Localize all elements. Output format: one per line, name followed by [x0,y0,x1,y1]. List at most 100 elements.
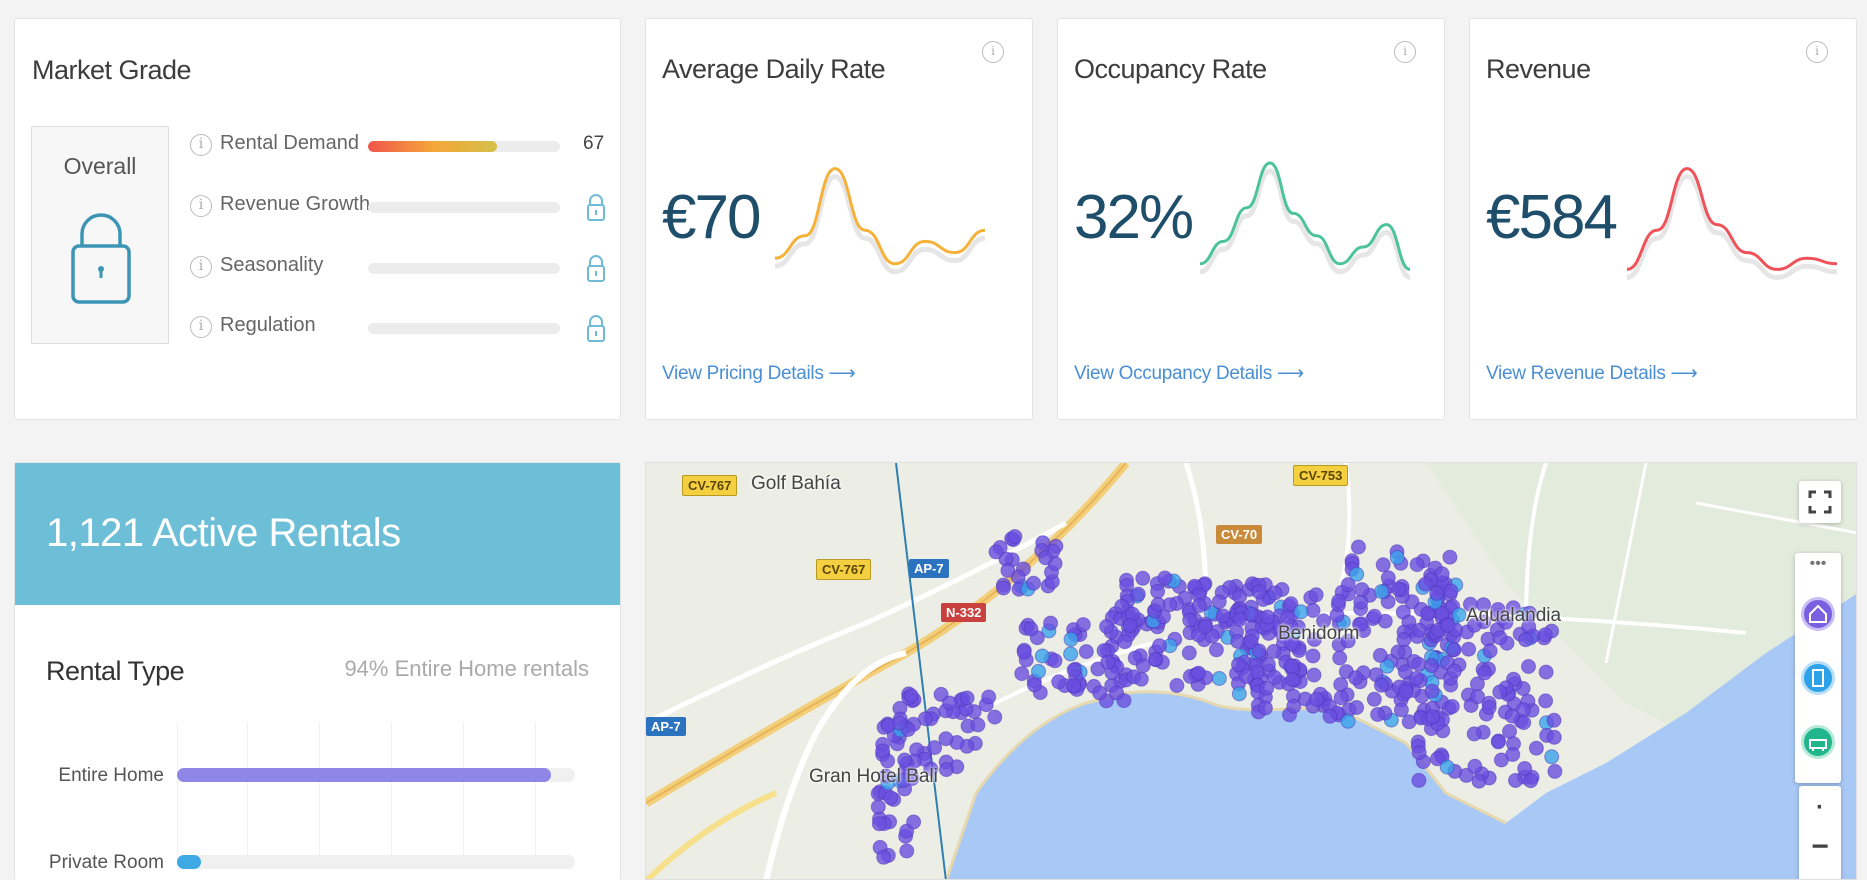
rental-marker[interactable] [1099,619,1115,634]
info-icon[interactable]: i [1806,41,1828,63]
rental-marker[interactable] [1260,609,1275,625]
rental-marker[interactable] [1508,773,1523,788]
rental-marker[interactable] [938,731,954,747]
rental-marker[interactable] [1546,712,1562,728]
rental-marker[interactable] [871,816,887,832]
bar-fill-private-room[interactable] [177,855,201,869]
rental-marker[interactable] [1066,662,1082,678]
rental-marker[interactable] [1481,699,1497,715]
rental-marker[interactable] [899,843,915,859]
rental-marker[interactable] [1322,708,1338,724]
rental-marker[interactable] [1293,604,1309,620]
rental-marker[interactable] [1372,647,1388,663]
rental-marker[interactable] [1257,700,1273,716]
overall-grade-box[interactable]: Overall [31,126,169,344]
rental-marker[interactable] [1351,539,1366,555]
rental-marker[interactable] [1047,653,1063,669]
rental-marker[interactable] [1424,658,1440,674]
rental-marker[interactable] [1238,669,1254,684]
rental-marker[interactable] [1286,698,1302,714]
rental-marker[interactable] [1309,691,1325,707]
rental-marker[interactable] [1066,678,1082,693]
rental-marker[interactable] [1434,566,1450,582]
rental-marker[interactable] [927,740,943,756]
rental-marker[interactable] [1306,667,1322,683]
rental-marker[interactable] [1231,657,1246,673]
rental-marker[interactable] [1366,691,1382,707]
bar-fill-entire-home[interactable] [177,768,552,782]
rental-marker[interactable] [1504,708,1520,724]
rental-marker[interactable] [1031,663,1046,679]
rental-marker[interactable] [1492,630,1508,646]
rental-marker[interactable] [1182,612,1198,628]
rental-marker[interactable] [1075,617,1091,633]
rental-marker[interactable] [1078,644,1094,660]
rental-marker[interactable] [1482,643,1498,659]
rental-marker[interactable] [1197,619,1213,635]
rental-marker[interactable] [1266,643,1282,659]
info-icon[interactable]: i [1394,41,1416,63]
rental-marker[interactable] [1528,740,1544,756]
rental-marker[interactable] [1546,729,1562,745]
rental-marker[interactable] [1411,745,1427,761]
rental-marker[interactable] [1451,607,1467,623]
rental-marker[interactable] [1191,665,1206,681]
rental-marker[interactable] [1348,670,1364,686]
rental-marker[interactable] [988,544,1004,560]
rental-marker[interactable] [987,709,1003,725]
rental-marker[interactable] [1490,734,1506,750]
rental-marker[interactable] [1211,594,1227,610]
rental-marker[interactable] [906,814,922,830]
rental-marker[interactable] [1389,550,1405,565]
rental-marker[interactable] [1244,606,1260,622]
rental-marker[interactable] [1446,642,1462,658]
rental-marker[interactable] [1429,585,1445,601]
rental-marker[interactable] [1408,671,1424,686]
rental-marker[interactable] [1349,566,1365,582]
rental-marker[interactable] [1092,685,1108,701]
rental-marker[interactable] [1308,587,1324,603]
info-icon[interactable]: i [190,134,212,156]
info-icon[interactable]: i [190,256,212,278]
rental-marker[interactable] [1443,583,1459,599]
rental-marker[interactable] [897,752,913,768]
rental-marker[interactable] [876,849,892,865]
rental-marker[interactable] [1374,584,1389,600]
rental-marker[interactable] [1505,747,1521,762]
rental-marker[interactable] [1259,680,1275,696]
shared-layer-button[interactable] [1801,725,1835,759]
rental-marker[interactable] [1391,581,1407,597]
rental-marker[interactable] [1523,773,1539,789]
rental-marker[interactable] [1260,656,1276,672]
rental-marker[interactable] [1424,683,1440,699]
rental-marker[interactable] [1051,674,1067,690]
rental-marker[interactable] [1466,726,1482,742]
rental-marker[interactable] [1333,690,1349,706]
rental-marker[interactable] [1117,634,1133,650]
rental-marker[interactable] [1396,632,1412,647]
rental-marker[interactable] [996,580,1011,596]
rental-marker[interactable] [1109,685,1125,701]
rental-marker[interactable] [1354,582,1370,598]
rentals-map[interactable]: CV-767 Golf Bahía CV-753 CV-70 CV-767 AP… [645,462,1857,880]
rental-marker[interactable] [1130,586,1146,602]
rental-marker[interactable] [1390,644,1406,660]
rental-marker[interactable] [870,799,886,815]
rental-marker[interactable] [1349,700,1365,715]
rental-marker[interactable] [1467,758,1483,774]
rental-marker[interactable] [1000,563,1016,578]
rental-marker[interactable] [1063,631,1079,647]
rental-marker[interactable] [1023,621,1039,637]
rental-marker[interactable] [1150,597,1166,612]
rental-marker[interactable] [1409,557,1425,573]
rental-marker[interactable] [1538,693,1554,709]
rental-marker[interactable] [1026,677,1042,693]
fullscreen-button[interactable] [1799,481,1841,523]
rental-marker[interactable] [1215,608,1231,624]
rental-marker[interactable] [1034,648,1050,664]
rental-marker[interactable] [1518,632,1534,648]
rental-marker[interactable] [1411,772,1427,788]
rental-marker[interactable] [1440,618,1456,633]
rental-marker[interactable] [1470,689,1486,705]
rental-marker[interactable] [1135,570,1151,586]
